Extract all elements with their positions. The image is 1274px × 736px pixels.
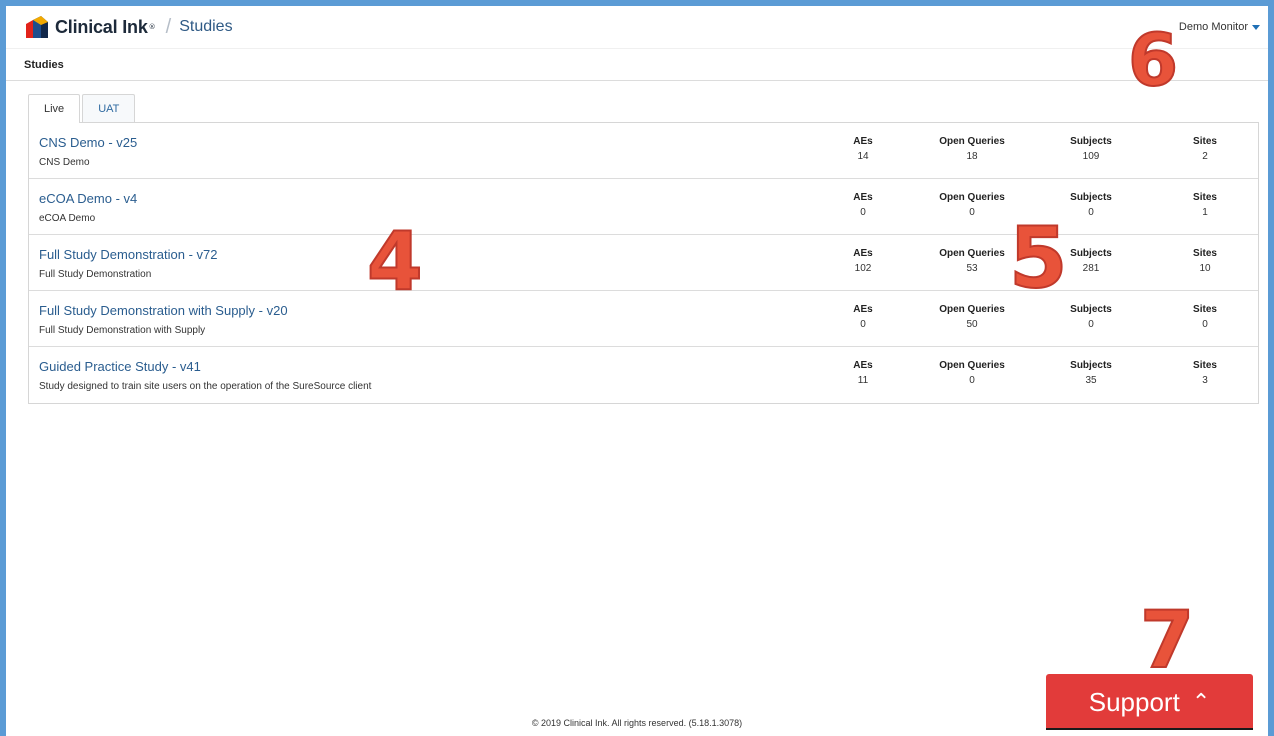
study-row: Guided Practice Study - v41 Study design… [29,347,1258,403]
study-description: Study designed to train site users on th… [39,381,372,392]
stat-label: Sites [1193,360,1217,371]
stat-label: AEs [853,192,873,203]
stat-value: 3 [1202,375,1208,386]
study-row: Full Study Demonstration with Supply - v… [29,291,1258,347]
stat-value: 2 [1202,151,1208,162]
stat-value: 0 [969,207,975,218]
clinical-ink-logo-icon [26,16,48,38]
stat-value: 35 [1085,375,1097,386]
stat-open-queries: Open Queries 0 [932,360,1012,386]
caret-down-icon [1252,24,1260,30]
stat-aes: AEs 0 [823,192,903,218]
stat-label: Open Queries [939,360,1005,371]
app-frame: Clinical Ink ® / Studies Demo Monitor St… [0,0,1274,736]
annotation-number-6: 6 [1127,18,1179,102]
stat-value: 11 [857,375,869,386]
stat-sites: Sites 1 [1165,192,1245,218]
breadcrumb-separator: / [165,15,172,38]
stat-aes: AEs 14 [823,136,903,162]
stat-label: AEs [853,136,873,147]
study-row: CNS Demo - v25 CNS Demo AEs 14 Open Queri… [29,123,1258,179]
stat-sites: Sites 0 [1165,304,1245,330]
study-list: CNS Demo - v25 CNS Demo AEs 14 Open Queri… [28,122,1259,404]
study-description: eCOA Demo [39,213,96,224]
annotation-number-5: 5 [1008,209,1068,307]
environment-tabs: Live UAT [28,94,137,123]
breadcrumb-current-page: Studies [179,18,233,35]
annotation-number-4: 4 [366,215,424,308]
stat-open-queries: Open Queries 50 [932,304,1012,330]
study-link[interactable]: eCOA Demo - v4 [39,191,137,206]
support-button-underline [1046,728,1253,730]
stat-sites: Sites 3 [1165,360,1245,386]
study-row: eCOA Demo - v4 eCOA Demo AEs 0 Open Queri… [29,179,1258,235]
stat-subjects: Subjects 109 [1051,136,1131,162]
study-description: CNS Demo [39,157,90,168]
user-name: Demo Monitor [1178,21,1248,33]
study-description: Full Study Demonstration [39,269,152,280]
user-menu[interactable]: Demo Monitor [1179,21,1260,33]
stat-value: 109 [1082,151,1100,162]
stat-value: 0 [860,207,866,218]
stat-subjects: Subjects 0 [1051,304,1131,330]
stat-value: 102 [854,263,872,274]
stat-label: Sites [1193,304,1217,315]
logo-registered-mark: ® [148,23,156,31]
logo-text: Clinical Ink [55,16,148,37]
stat-label: Open Queries [939,136,1005,147]
support-label: Support [1088,686,1180,717]
stat-value: 18 [966,151,978,162]
stat-label: Sites [1193,192,1217,203]
study-description: Full Study Demonstration with Supply [39,325,206,336]
stat-value: 0 [860,319,866,330]
stat-label: Sites [1193,136,1217,147]
stat-value: 1 [1202,207,1208,218]
stat-label: AEs [853,360,873,371]
study-link[interactable]: Guided Practice Study - v41 [39,359,201,374]
stat-label: Subjects [1070,192,1112,203]
tab-label: UAT [98,102,120,115]
stat-label: Subjects [1070,136,1112,147]
page-title: Studies [24,58,64,71]
stat-value: 14 [857,151,869,162]
stat-label: AEs [853,248,873,259]
stat-label: Open Queries [939,192,1005,203]
stat-label: AEs [853,304,873,315]
stat-aes: AEs 11 [823,360,903,386]
stat-value: 10 [1199,263,1211,274]
stat-open-queries: Open Queries 18 [932,136,1012,162]
top-bar: Clinical Ink ® / Studies Demo Monitor [6,6,1268,48]
stat-value: 53 [966,263,978,274]
stat-value: 50 [966,319,978,330]
tab-uat[interactable]: UAT [82,94,136,122]
stat-open-queries: Open Queries 0 [932,192,1012,218]
study-link[interactable]: CNS Demo - v25 [39,135,137,150]
stat-open-queries: Open Queries 53 [932,248,1012,274]
study-link[interactable]: Full Study Demonstration - v72 [39,247,217,262]
stat-value: 0 [1202,319,1208,330]
stat-label: Open Queries [939,304,1005,315]
study-row: Full Study Demonstration - v72 Full Stud… [29,235,1258,291]
annotation-number-7: 7 [1139,596,1195,686]
stat-label: Sites [1193,248,1217,259]
page-subheader: Studies [6,48,1268,81]
stat-aes: AEs 102 [823,248,903,274]
chevron-up-icon: ⌃ [1191,689,1211,714]
tab-label: Live [44,103,65,115]
study-link[interactable]: Full Study Demonstration with Supply - v… [39,303,288,318]
logo[interactable]: Clinical Ink ® [24,14,156,40]
stat-label: Subjects [1070,360,1112,371]
support-button[interactable]: Support ⌃ [1046,674,1253,730]
stat-label: Open Queries [939,248,1005,259]
stat-aes: AEs 0 [823,304,903,330]
stat-value: 0 [1088,319,1094,330]
copyright-text: © 2019 Clinical Ink. All rights reserved… [531,718,743,728]
stat-subjects: Subjects 35 [1051,360,1131,386]
stat-value: 0 [969,375,975,386]
stat-sites: Sites 2 [1165,136,1245,162]
tab-live[interactable]: Live [28,94,81,123]
stat-sites: Sites 10 [1165,248,1245,274]
